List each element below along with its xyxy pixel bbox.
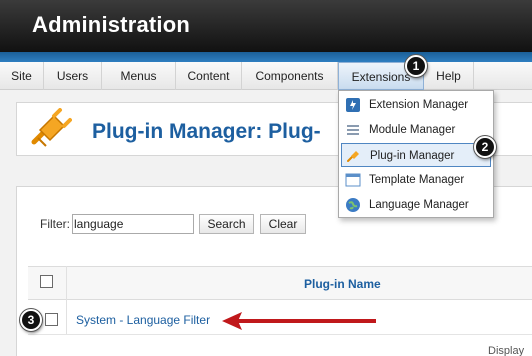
menu-item-users[interactable]: Users [44, 62, 102, 90]
column-header-plugin-name[interactable]: Plug-in Name [304, 277, 381, 291]
main-menu-bar: Site Users Menus Content Components Exte… [0, 62, 532, 90]
dropdown-item-label: Language Manager [369, 199, 469, 211]
dropdown-item-module-manager[interactable]: Module Manager [341, 118, 491, 142]
row-checkbox[interactable] [45, 313, 58, 326]
dropdown-item-label: Template Manager [369, 174, 465, 186]
menu-item-menus[interactable]: Menus [102, 62, 176, 90]
menu-item-help[interactable]: Help [424, 62, 474, 90]
header-accent-strip [0, 52, 532, 62]
plugin-icon [31, 108, 72, 147]
dropdown-item-template-manager[interactable]: Template Manager [341, 168, 491, 192]
globe-icon [346, 198, 360, 212]
step-marker-3: 3 [20, 309, 42, 331]
search-button[interactable]: Search [199, 214, 254, 234]
extension-manager-icon [346, 98, 360, 112]
clear-button[interactable]: Clear [260, 214, 306, 234]
extensions-dropdown: Extension Manager Module Manager Plug-in… [338, 90, 494, 218]
menu-item-site[interactable]: Site [0, 62, 44, 90]
annotation-arrow [222, 312, 376, 330]
filter-label: Filter: [40, 217, 70, 231]
plugin-link-language-filter[interactable]: System - Language Filter [76, 313, 210, 327]
admin-header: Administration [0, 0, 532, 52]
select-all-checkbox[interactable] [40, 275, 53, 288]
page-title: Plug-in Manager: Plug- [92, 120, 321, 143]
display-label: Display [488, 345, 525, 356]
menu-item-content[interactable]: Content [176, 62, 242, 90]
step-marker-1: 1 [405, 55, 427, 77]
module-manager-icon [347, 125, 359, 135]
dropdown-item-extension-manager[interactable]: Extension Manager [341, 93, 491, 117]
table-header [28, 266, 532, 300]
dropdown-item-label: Module Manager [369, 124, 456, 136]
header-title: Administration [32, 12, 191, 37]
dropdown-item-label: Plug-in Manager [370, 150, 455, 162]
plugin-icon [347, 151, 359, 162]
template-icon [345, 173, 361, 187]
menu-item-components[interactable]: Components [242, 62, 338, 90]
filter-input[interactable] [72, 214, 194, 234]
dropdown-item-language-manager[interactable]: Language Manager [341, 193, 491, 217]
dropdown-item-plugin-manager[interactable]: Plug-in Manager [341, 143, 491, 167]
step-marker-2: 2 [474, 136, 496, 158]
dropdown-item-label: Extension Manager [369, 99, 469, 111]
